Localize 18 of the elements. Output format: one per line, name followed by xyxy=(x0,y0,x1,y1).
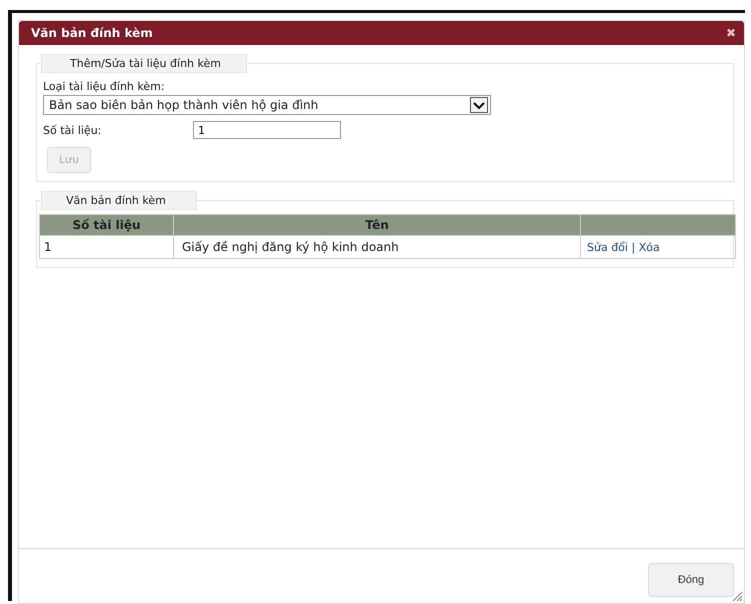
column-header: Tên xyxy=(174,214,580,236)
edit-link[interactable]: Sửa đổi xyxy=(587,240,628,254)
type-dropdown[interactable]: Bản sao biên bản họp thành viên hộ gia đình xyxy=(43,95,491,115)
panel-legend: Văn bản đính kèm xyxy=(41,191,197,210)
field-label: Loại tài liệu đính kèm: xyxy=(43,80,166,93)
window-title: Văn bản đính kèm xyxy=(31,26,153,40)
panel-legend: Thêm/Sửa tài liệu đính kèm xyxy=(41,54,247,73)
delete-link[interactable]: Xóa xyxy=(638,240,660,254)
close-button[interactable]: Đóng xyxy=(648,563,734,597)
close-button[interactable]: ✖ xyxy=(726,26,736,40)
number-field[interactable]: 1 xyxy=(193,121,341,139)
field-label: Số tài liệu: xyxy=(43,124,102,136)
column-header: Số tài liệu xyxy=(40,214,174,236)
resize-grip-icon[interactable] xyxy=(731,590,743,602)
table-cell: Giấy đề nghị đăng ký hộ kinh doanh xyxy=(174,236,580,258)
link-separator: | xyxy=(631,240,636,254)
table-cell: 1 xyxy=(40,236,174,258)
caret-icon xyxy=(470,97,488,113)
